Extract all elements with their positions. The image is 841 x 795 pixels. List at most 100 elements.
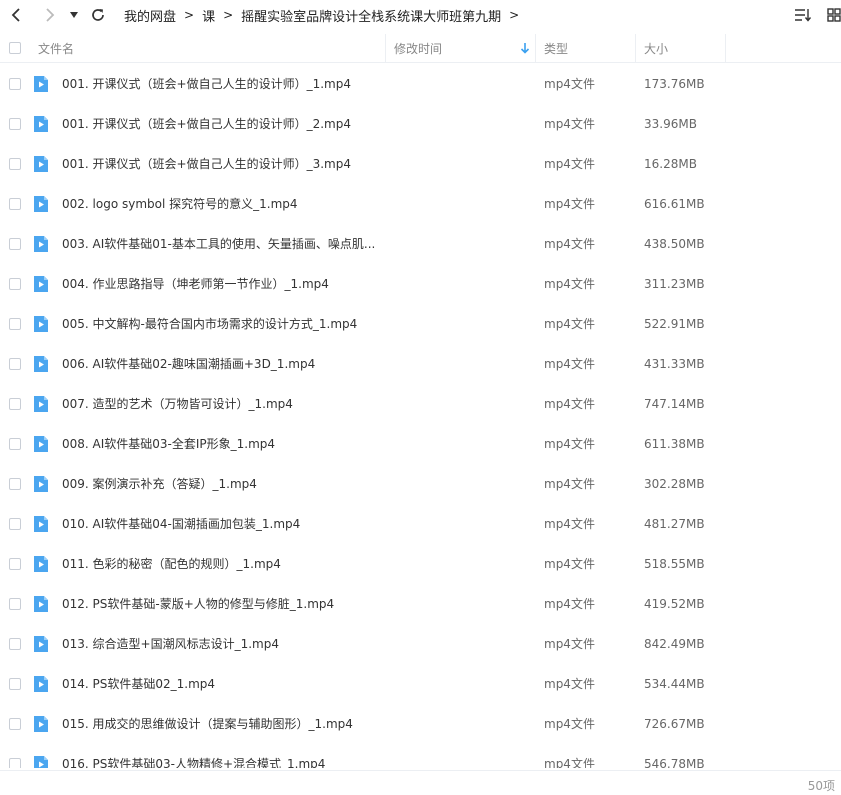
file-row[interactable]: 001. 开课仪式（班会+做自己人生的设计师）_1.mp4 mp4文件 173.76… (0, 64, 841, 104)
file-name[interactable]: 001. 开课仪式（班会+做自己人生的设计师）_1.mp4 (62, 64, 351, 104)
refresh-button[interactable] (86, 3, 110, 27)
breadcrumb-item-course[interactable]: 课 (200, 6, 217, 25)
column-divider[interactable] (725, 34, 726, 62)
row-checkbox[interactable] (9, 638, 21, 650)
file-type: mp4文件 (544, 597, 595, 611)
breadcrumb-item-root[interactable]: 我的网盘 (122, 6, 178, 25)
row-checkbox[interactable] (9, 398, 21, 410)
file-type: mp4文件 (544, 197, 595, 211)
video-file-icon (34, 436, 48, 452)
row-checkbox[interactable] (9, 438, 21, 450)
file-size: 726.67MB (644, 717, 705, 731)
file-name[interactable]: 014. PS软件基础02_1.mp4 (62, 664, 215, 704)
file-row[interactable]: 003. AI软件基础01-基本工具的使用、矢量插画、噪点肌... mp4文件 43… (0, 224, 841, 264)
row-checkbox[interactable] (9, 758, 21, 768)
file-name[interactable]: 011. 色彩的秘密（配色的规则）_1.mp4 (62, 544, 281, 584)
breadcrumb-separator-icon: > (184, 8, 195, 22)
video-file-icon (34, 276, 48, 292)
row-checkbox[interactable] (9, 198, 21, 210)
file-row[interactable]: 002. logo symbol 探究符号的意义_1.mp4 mp4文件 616.6… (0, 184, 841, 224)
sort-button[interactable] (791, 3, 815, 27)
column-divider[interactable] (535, 34, 536, 62)
row-checkbox[interactable] (9, 678, 21, 690)
file-name[interactable]: 005. 中文解构-最符合国内市场需求的设计方式_1.mp4 (62, 304, 357, 344)
file-name[interactable]: 007. 造型的艺术（万物皆可设计）_1.mp4 (62, 384, 293, 424)
file-name[interactable]: 016. PS软件基础03-人物精修+混合模式_1.mp4 (62, 744, 325, 768)
file-row[interactable]: 004. 作业思路指导（坤老师第一节作业）_1.mp4 mp4文件 311.23MB (0, 264, 841, 304)
file-row[interactable]: 005. 中文解构-最符合国内市场需求的设计方式_1.mp4 mp4文件 522.9… (0, 304, 841, 344)
row-checkbox[interactable] (9, 718, 21, 730)
column-divider[interactable] (635, 34, 636, 62)
grid-view-icon (827, 8, 841, 22)
file-name[interactable]: 002. logo symbol 探究符号的意义_1.mp4 (62, 184, 298, 224)
file-row[interactable]: 013. 综合造型+国潮风标志设计_1.mp4 mp4文件 842.49MB (0, 624, 841, 664)
row-checkbox[interactable] (9, 558, 21, 570)
file-size: 534.44MB (644, 677, 705, 691)
file-size: 431.33MB (644, 357, 705, 371)
file-type: mp4文件 (544, 677, 595, 691)
video-file-icon (34, 156, 48, 172)
file-name[interactable]: 004. 作业思路指导（坤老师第一节作业）_1.mp4 (62, 264, 329, 304)
row-checkbox[interactable] (9, 518, 21, 530)
file-name[interactable]: 001. 开课仪式（班会+做自己人生的设计师）_2.mp4 (62, 104, 351, 144)
row-checkbox[interactable] (9, 278, 21, 290)
row-checkbox[interactable] (9, 478, 21, 490)
file-size: 616.61MB (644, 197, 705, 211)
back-button[interactable] (4, 3, 28, 27)
row-checkbox[interactable] (9, 118, 21, 130)
toolbar: 我的网盘 > 课 > 摇醒实验室品牌设计全栈系统课大师班第九期 > (0, 0, 841, 30)
file-row[interactable]: 007. 造型的艺术（万物皆可设计）_1.mp4 mp4文件 747.14MB (0, 384, 841, 424)
file-name[interactable]: 001. 开课仪式（班会+做自己人生的设计师）_3.mp4 (62, 144, 351, 184)
row-checkbox[interactable] (9, 158, 21, 170)
row-checkbox[interactable] (9, 598, 21, 610)
file-type: mp4文件 (544, 117, 595, 131)
file-row[interactable]: 001. 开课仪式（班会+做自己人生的设计师）_2.mp4 mp4文件 33.96M… (0, 104, 841, 144)
file-size: 438.50MB (644, 237, 705, 251)
file-name[interactable]: 008. AI软件基础03-全套IP形象_1.mp4 (62, 424, 275, 464)
file-name[interactable]: 015. 用成交的思维做设计（提案与辅助图形）_1.mp4 (62, 704, 353, 744)
file-row[interactable]: 008. AI软件基础03-全套IP形象_1.mp4 mp4文件 611.38MB (0, 424, 841, 464)
file-type: mp4文件 (544, 357, 595, 371)
row-checkbox[interactable] (9, 238, 21, 250)
file-row[interactable]: 006. AI软件基础02-趣味国潮插画+3D_1.mp4 mp4文件 431.33… (0, 344, 841, 384)
chevron-right-icon (46, 8, 55, 22)
file-type: mp4文件 (544, 717, 595, 731)
video-file-icon (34, 556, 48, 572)
sort-desc-icon[interactable] (520, 34, 530, 62)
file-row[interactable]: 010. AI软件基础04-国潮插画加包装_1.mp4 mp4文件 481.27MB (0, 504, 841, 544)
grid-view-button[interactable] (825, 3, 841, 27)
file-name[interactable]: 013. 综合造型+国潮风标志设计_1.mp4 (62, 624, 279, 664)
file-name[interactable]: 010. AI软件基础04-国潮插画加包装_1.mp4 (62, 504, 300, 544)
file-size: 481.27MB (644, 517, 705, 531)
file-row[interactable]: 009. 案例演示补充（答疑）_1.mp4 mp4文件 302.28MB (0, 464, 841, 504)
file-name[interactable]: 006. AI软件基础02-趣味国潮插画+3D_1.mp4 (62, 344, 315, 384)
file-row[interactable]: 001. 开课仪式（班会+做自己人生的设计师）_3.mp4 mp4文件 16.28M… (0, 144, 841, 184)
row-checkbox[interactable] (9, 318, 21, 330)
file-type: mp4文件 (544, 437, 595, 451)
file-name[interactable]: 003. AI软件基础01-基本工具的使用、矢量插画、噪点肌... (62, 224, 375, 264)
file-row[interactable]: 015. 用成交的思维做设计（提案与辅助图形）_1.mp4 mp4文件 726.67… (0, 704, 841, 744)
file-size: 302.28MB (644, 477, 705, 491)
file-type: mp4文件 (544, 157, 595, 171)
file-name[interactable]: 012. PS软件基础-蒙版+人物的修型与修脏_1.mp4 (62, 584, 334, 624)
forward-button[interactable] (38, 3, 62, 27)
column-header-mtime[interactable]: 修改时间 (394, 34, 442, 62)
video-file-icon (34, 356, 48, 372)
column-divider[interactable] (385, 34, 386, 62)
breadcrumb-item-current[interactable]: 摇醒实验室品牌设计全栈系统课大师班第九期 (239, 6, 503, 25)
video-file-icon (34, 516, 48, 532)
file-row[interactable]: 016. PS软件基础03-人物精修+混合模式_1.mp4 mp4文件 546.78… (0, 744, 841, 768)
column-header-type[interactable]: 类型 (544, 34, 568, 62)
row-checkbox[interactable] (9, 358, 21, 370)
file-row[interactable]: 014. PS软件基础02_1.mp4 mp4文件 534.44MB (0, 664, 841, 704)
file-name[interactable]: 009. 案例演示补充（答疑）_1.mp4 (62, 464, 257, 504)
column-header-size[interactable]: 大小 (644, 34, 668, 62)
file-row[interactable]: 012. PS软件基础-蒙版+人物的修型与修脏_1.mp4 mp4文件 419.52… (0, 584, 841, 624)
row-checkbox[interactable] (9, 78, 21, 90)
history-dropdown-button[interactable] (66, 3, 82, 27)
select-all-checkbox[interactable] (9, 42, 21, 54)
caret-down-icon (70, 12, 78, 18)
file-row[interactable]: 011. 色彩的秘密（配色的规则）_1.mp4 mp4文件 518.55MB (0, 544, 841, 584)
file-type: mp4文件 (544, 517, 595, 531)
column-header-name[interactable]: 文件名 (38, 34, 74, 62)
